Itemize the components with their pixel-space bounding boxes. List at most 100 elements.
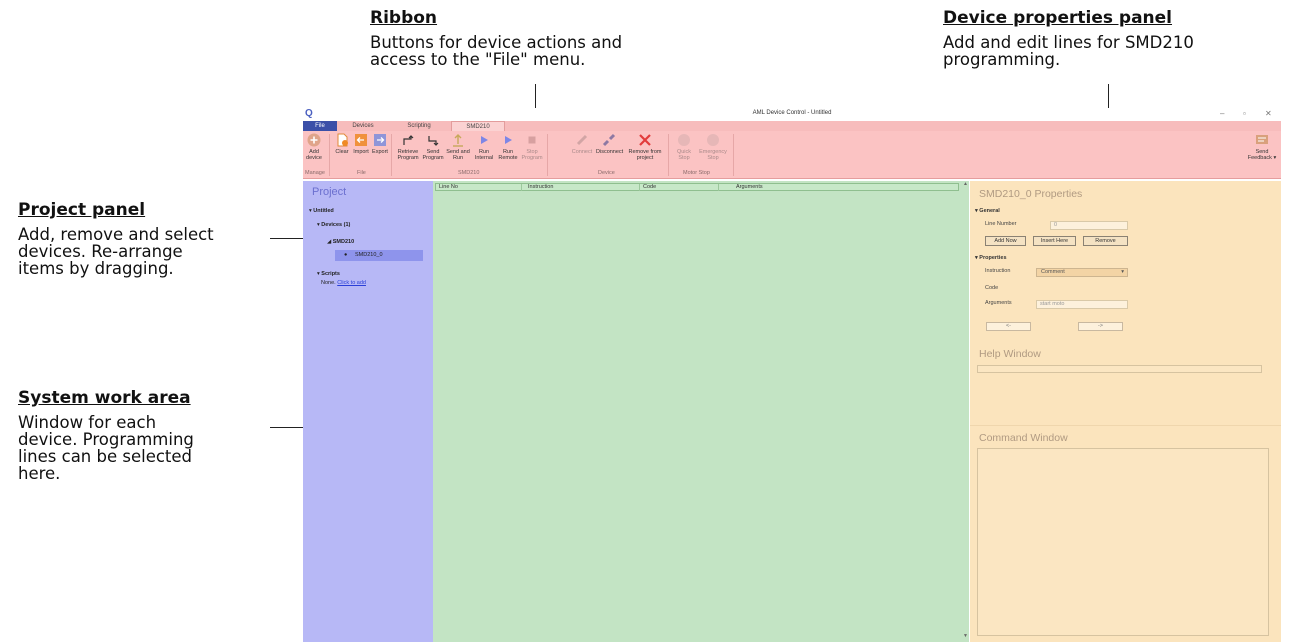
export-icon: [374, 134, 386, 146]
tab-devices[interactable]: Devices: [343, 121, 383, 131]
tree-root[interactable]: ▾ Untitled: [309, 208, 334, 214]
column-divider: [718, 184, 719, 191]
upload-icon: [453, 134, 463, 147]
work-callout-desc: Window for each device. Programming line…: [18, 413, 194, 483]
project-callout: Project panel Add, remove and select dev…: [18, 200, 214, 277]
export-label: Export: [372, 149, 388, 155]
clear-label: Clear: [335, 149, 349, 155]
send-feedback-button[interactable]: Send Feedback ▾: [1247, 133, 1277, 161]
group-label-device: Device: [598, 170, 615, 176]
add-now-button[interactable]: Add Now: [985, 236, 1026, 246]
add-device-button[interactable]: Add device: [301, 133, 327, 161]
line-number-label: Line Number: [985, 221, 1017, 227]
instruction-select[interactable]: Comment ▾: [1036, 268, 1128, 277]
disconnect-icon: [602, 133, 616, 147]
add-script-link[interactable]: Click to add: [337, 280, 366, 286]
send-program-button[interactable]: Send Program: [420, 133, 446, 161]
add-device-label: Add device: [306, 149, 322, 161]
tree-device-group[interactable]: ◢ SMD210: [327, 239, 354, 245]
window-title: AML Device Control - Untitled: [752, 110, 832, 116]
panel-divider: [970, 425, 1281, 426]
scroll-down-icon[interactable]: ▼: [963, 633, 968, 639]
send-icon: [428, 136, 439, 146]
properties-title: SMD210_0 Properties: [979, 188, 1083, 200]
tab-file[interactable]: File: [303, 121, 337, 131]
group-label-file: File: [357, 170, 366, 176]
connect-label: Connect: [571, 149, 593, 155]
device-bullet-icon: ●: [344, 252, 348, 258]
run-remote-label: Run Remote: [498, 149, 518, 161]
column-header-line-no[interactable]: Line No: [439, 184, 458, 191]
project-panel: Project ▾ Untitled ▾ Devices (1) ◢ SMD21…: [303, 181, 433, 642]
feedback-icon: [1256, 135, 1268, 144]
tab-smd210[interactable]: SMD210: [451, 121, 505, 131]
remove-line-button[interactable]: Remove: [1083, 236, 1128, 246]
project-callout-title: Project panel: [18, 200, 146, 220]
run-internal-label: Run Internal: [474, 149, 494, 161]
close-button[interactable]: ✕: [1265, 109, 1272, 118]
ribbon-callout-desc: Buttons for device actions and access to…: [370, 33, 623, 69]
send-and-run-button[interactable]: Send and Run: [445, 133, 471, 161]
run-remote-button[interactable]: Run Remote: [495, 133, 521, 161]
arguments-field[interactable]: start moto: [1036, 300, 1128, 309]
chevron-down-icon: ▾: [1121, 269, 1124, 275]
quick-stop-icon: [678, 134, 690, 146]
export-button[interactable]: Export: [367, 133, 393, 155]
stop-program-label: Stop Program: [521, 149, 543, 161]
properties-section-label: Properties: [979, 255, 1007, 261]
insert-here-button[interactable]: Insert Here: [1033, 236, 1076, 246]
help-window-title: Help Window: [979, 348, 1041, 360]
ribbon-tabs: File Devices Scripting SMD210: [303, 121, 1281, 131]
project-callout-desc: Add, remove and select devices. Re-arran…: [18, 225, 214, 278]
instruction-value: Comment: [1041, 269, 1065, 275]
minimize-button[interactable]: –: [1220, 109, 1224, 118]
quick-stop-label: Quick Stop: [676, 149, 692, 161]
emergency-stop-button[interactable]: Emergency Stop: [697, 133, 729, 161]
tree-device-item[interactable]: ● SMD210_0: [335, 250, 423, 261]
stop-icon: [528, 136, 536, 144]
retrieve-icon: [403, 135, 414, 145]
disconnect-label: Disconnect: [596, 149, 624, 155]
tree-device-label: SMD210_0: [355, 252, 383, 258]
send-program-label: Send Program: [422, 149, 444, 161]
tree-devices[interactable]: ▾ Devices (1): [317, 222, 350, 228]
stop-program-button[interactable]: Stop Program: [519, 133, 545, 161]
scroll-up-icon[interactable]: ▲: [963, 181, 968, 187]
general-section[interactable]: ▾ General: [975, 208, 1000, 214]
scripts-none-label: None.: [321, 280, 336, 286]
column-header-arguments[interactable]: Arguments: [736, 184, 763, 191]
previous-line-button[interactable]: <-: [986, 322, 1031, 331]
retrieve-program-button[interactable]: Retrieve Program: [395, 133, 421, 161]
column-header-code[interactable]: Code: [643, 184, 656, 191]
system-work-area[interactable]: Line No Instruction Code Arguments ▲ ▼: [433, 181, 969, 642]
remove-from-project-label: Remove from project: [628, 149, 662, 161]
line-number-field[interactable]: 0: [1050, 221, 1128, 230]
group-label-smd210: SMD210: [458, 170, 480, 176]
connect-button[interactable]: Connect: [569, 133, 595, 155]
tree-device-group-label: SMD210: [332, 239, 355, 245]
tree-scripts[interactable]: ▾ Scripts: [317, 271, 340, 277]
emergency-stop-label: Emergency Stop: [699, 149, 727, 161]
remove-from-project-button[interactable]: Remove from project: [628, 133, 662, 161]
properties-callout-desc: Add and edit lines for SMD210 programmin…: [943, 33, 1194, 69]
column-header-instruction[interactable]: Instruction: [528, 184, 553, 191]
clear-doc-icon: [337, 133, 348, 147]
next-line-button[interactable]: ->: [1078, 322, 1123, 331]
restore-button[interactable]: ▫: [1243, 109, 1246, 118]
quick-stop-button[interactable]: Quick Stop: [671, 133, 697, 161]
command-window-box[interactable]: [977, 448, 1269, 636]
program-grid-header: Line No Instruction Code Arguments: [435, 183, 959, 191]
properties-section[interactable]: ▾ Properties: [975, 255, 1007, 261]
play-icon: [505, 136, 512, 144]
tab-scripting[interactable]: Scripting: [399, 121, 439, 131]
disconnect-button[interactable]: Disconnect: [596, 133, 624, 155]
instruction-label: Instruction: [985, 268, 1011, 274]
device-properties-panel: SMD210_0 Properties ▾ General Line Numbe…: [970, 181, 1281, 642]
properties-callout-title: Device properties panel: [943, 8, 1173, 28]
vertical-scrollbar[interactable]: ▲ ▼: [961, 181, 969, 642]
ribbon-callout: Ribbon Buttons for device actions and ac…: [370, 8, 622, 68]
arguments-label: Arguments: [985, 300, 1012, 306]
project-leader-line: [270, 238, 305, 239]
run-internal-button[interactable]: Run Internal: [471, 133, 497, 161]
add-circle-icon: [307, 133, 321, 147]
